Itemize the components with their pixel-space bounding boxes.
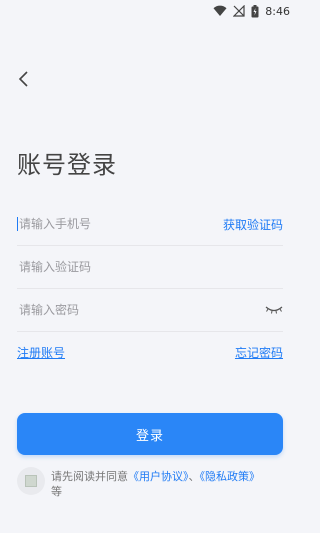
status-time: 8:46 — [265, 4, 290, 18]
code-input[interactable] — [17, 260, 189, 274]
agreement: 请先阅读并同意《用户协议》、《隐私政策》等 — [17, 467, 283, 499]
get-code-button[interactable]: 获取验证码 — [223, 216, 283, 233]
text-caret — [17, 217, 18, 231]
agreement-text: 请先阅读并同意《用户协议》、《隐私政策》等 — [51, 467, 260, 499]
phone-input[interactable] — [17, 217, 189, 231]
account-links: 注册账号 忘记密码 — [17, 344, 283, 361]
back-arrow-icon — [18, 71, 28, 87]
status-bar: 8:46 — [0, 0, 300, 22]
privacy-policy-link[interactable]: 《隐私政策》 — [200, 470, 261, 483]
user-agreement-link[interactable]: 《用户协议》 — [128, 470, 189, 483]
page-title: 账号登录 — [17, 151, 117, 179]
login-button[interactable]: 登录 — [17, 413, 283, 455]
password-input[interactable] — [17, 303, 189, 317]
agreement-prefix: 请先阅读并同意 — [51, 470, 128, 483]
phone-row: 获取验证码 — [17, 203, 283, 246]
agreement-checkbox[interactable] — [17, 467, 45, 495]
battery-icon — [251, 4, 259, 18]
agreement-separator: 、 — [188, 470, 200, 483]
wifi-icon — [213, 5, 227, 17]
eye-closed-icon[interactable] — [265, 305, 283, 315]
forgot-password-link[interactable]: 忘记密码 — [235, 344, 283, 361]
back-button[interactable] — [14, 68, 34, 90]
checkbox-box — [25, 475, 37, 487]
signal-icon — [233, 5, 245, 17]
agreement-suffix: 等 — [51, 485, 62, 498]
register-link[interactable]: 注册账号 — [17, 344, 65, 361]
code-row — [17, 246, 283, 289]
password-row — [17, 289, 283, 332]
